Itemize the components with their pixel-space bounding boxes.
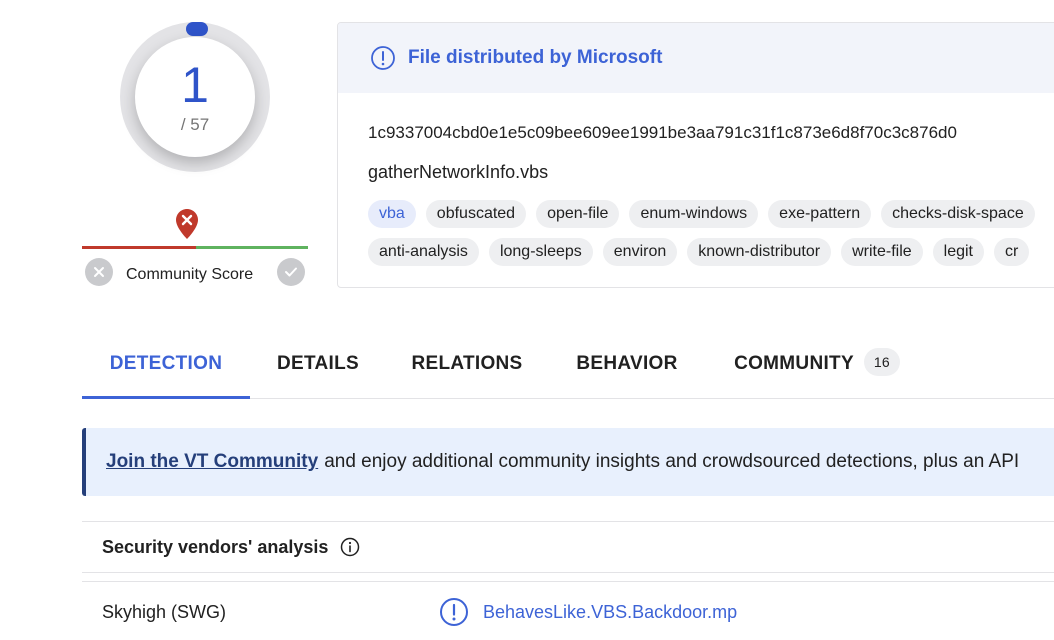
tag-exe-pattern[interactable]: exe-pattern bbox=[768, 200, 872, 228]
tag-open-file[interactable]: open-file bbox=[536, 200, 620, 228]
vendors-title: Security vendors' analysis bbox=[102, 536, 329, 557]
vendors-section-header: Security vendors' analysis bbox=[82, 521, 1054, 573]
tab-community[interactable]: COMMUNITY 16 bbox=[722, 330, 912, 396]
tag-anti-analysis[interactable]: anti-analysis bbox=[368, 238, 479, 266]
detection-score-ring: 1 / 57 bbox=[120, 22, 270, 172]
tab-detection[interactable]: DETECTION bbox=[82, 330, 250, 399]
tag-write-file[interactable]: write-file bbox=[841, 238, 923, 266]
check-icon bbox=[285, 267, 297, 277]
score-ring-marker bbox=[186, 22, 208, 36]
join-community-link[interactable]: Join the VT Community bbox=[106, 451, 318, 473]
tags-row: anti-analysis long-sleeps environ known-… bbox=[368, 238, 1030, 266]
info-icon[interactable] bbox=[340, 537, 360, 557]
vote-harmful-button[interactable] bbox=[85, 258, 113, 286]
distributor-note: File distributed by Microsoft bbox=[408, 47, 663, 68]
tag-environ[interactable]: environ bbox=[602, 238, 678, 266]
vendor-detection-result[interactable]: BehavesLike.VBS.Backdoor.mp bbox=[483, 602, 737, 623]
tag-obfuscated[interactable]: obfuscated bbox=[425, 200, 527, 228]
community-score-bar-negative bbox=[82, 246, 196, 249]
tab-behavior[interactable]: BEHAVIOR bbox=[562, 330, 692, 396]
tab-community-label: COMMUNITY bbox=[734, 353, 854, 374]
vote-harmless-button[interactable] bbox=[277, 258, 305, 286]
file-name: gatherNetworkInfo.vbs bbox=[368, 162, 549, 182]
tag-checks-disk-space[interactable]: checks-disk-space bbox=[881, 200, 1035, 228]
community-score-bar-positive bbox=[196, 246, 308, 249]
tag-known-distributor[interactable]: known-distributor bbox=[687, 238, 832, 266]
tags-row: vba obfuscated open-file enum-windows ex… bbox=[368, 200, 1035, 228]
tag-legit[interactable]: legit bbox=[932, 238, 984, 266]
report-tabs: DETECTION DETAILS RELATIONS BEHAVIOR COM… bbox=[82, 330, 1054, 399]
info-circle-icon bbox=[371, 46, 395, 70]
table-row: Skyhigh (SWG) BehavesLike.VBS.Backdoor.m… bbox=[82, 581, 1054, 640]
distributor-header: File distributed by Microsoft bbox=[338, 23, 1054, 93]
banner-text: and enjoy additional community insights … bbox=[324, 451, 1020, 472]
engine-total: / 57 bbox=[180, 115, 210, 134]
vendor-name: Skyhigh (SWG) bbox=[102, 602, 227, 622]
community-score-label: Community Score bbox=[126, 266, 254, 283]
tab-relations[interactable]: RELATIONS bbox=[400, 330, 534, 396]
file-info-card: File distributed by Microsoft 1c9337004c… bbox=[337, 22, 1054, 288]
score-center: 1 / 57 bbox=[135, 37, 255, 157]
community-count-badge: 16 bbox=[863, 348, 900, 376]
map-pin-x-icon bbox=[176, 209, 198, 239]
tag-truncated[interactable]: cr bbox=[994, 238, 1030, 266]
tag-enum-windows[interactable]: enum-windows bbox=[629, 200, 759, 228]
join-community-banner: Join the VT Community and enjoy addition… bbox=[82, 428, 1054, 496]
tag-long-sleeps[interactable]: long-sleeps bbox=[488, 238, 593, 266]
file-hash[interactable]: 1c9337004cbd0e1e5c09bee609ee1991be3aa791… bbox=[368, 123, 957, 143]
tab-details[interactable]: DETAILS bbox=[254, 330, 382, 396]
alert-circle-icon bbox=[440, 598, 468, 626]
detection-count: 1 bbox=[181, 57, 209, 113]
tag-vba[interactable]: vba bbox=[368, 200, 416, 228]
close-icon bbox=[94, 267, 104, 277]
